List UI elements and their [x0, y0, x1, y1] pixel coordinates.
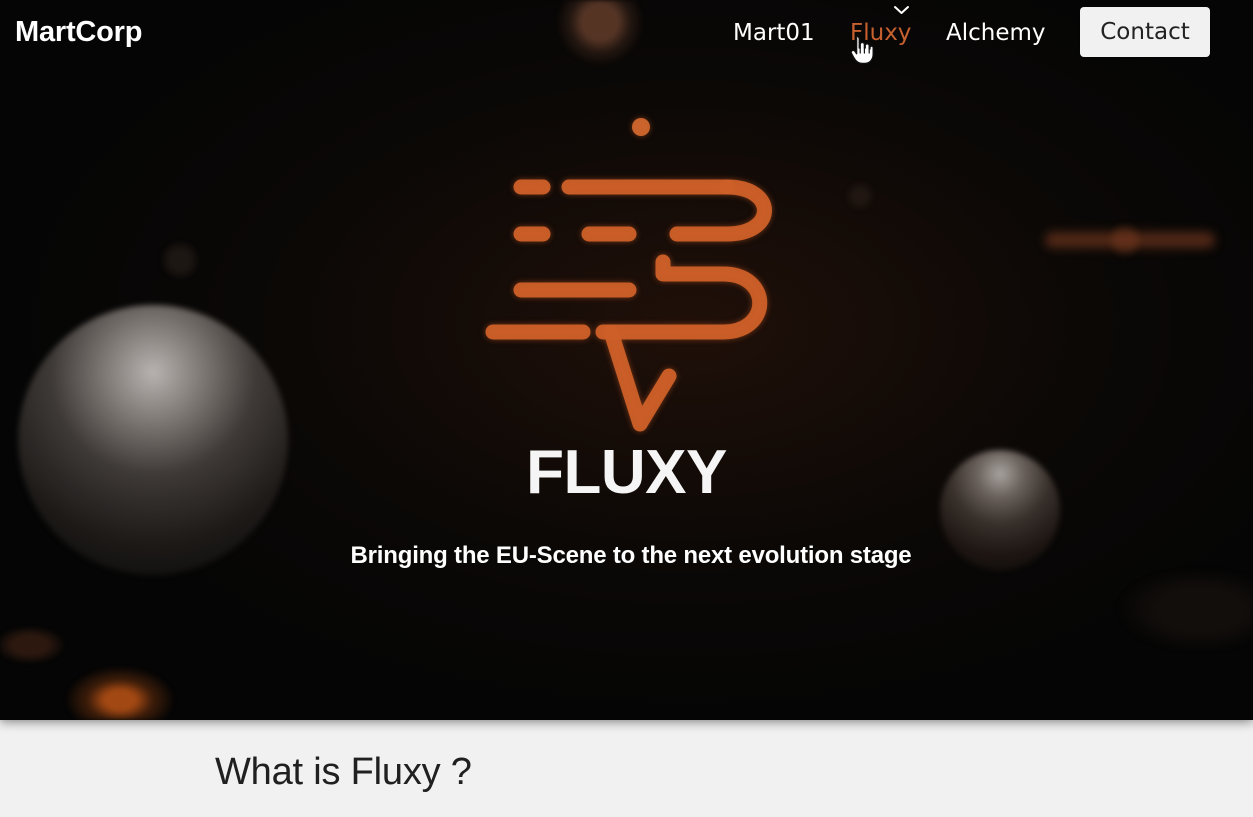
- brand-logo[interactable]: MartCorp: [15, 14, 142, 50]
- hero-subtitle: Bringing the EU-Scene to the next evolut…: [350, 542, 912, 569]
- section-title: What is Fluxy ?: [215, 751, 472, 793]
- hero-title: FLUXY: [526, 438, 727, 507]
- chevron-down-icon: [894, 6, 909, 14]
- webpage: FLUXY Bringing the EU-Scene to the next …: [0, 0, 1253, 817]
- logo-top-dot: [632, 118, 650, 136]
- top-navigation: MartCorp Mart01 Fluxy Alchemy Contact: [0, 0, 1253, 72]
- fluxy-logo-icon: [485, 118, 772, 432]
- contact-button[interactable]: Contact: [1080, 7, 1210, 57]
- nav-link-alchemy[interactable]: Alchemy: [946, 16, 1046, 50]
- hand-cursor-icon: [850, 35, 874, 65]
- hero-section: FLUXY Bringing the EU-Scene to the next …: [0, 0, 1253, 720]
- nav-link-mart01[interactable]: Mart01: [733, 16, 815, 50]
- logo-stroke-stem: [603, 324, 677, 432]
